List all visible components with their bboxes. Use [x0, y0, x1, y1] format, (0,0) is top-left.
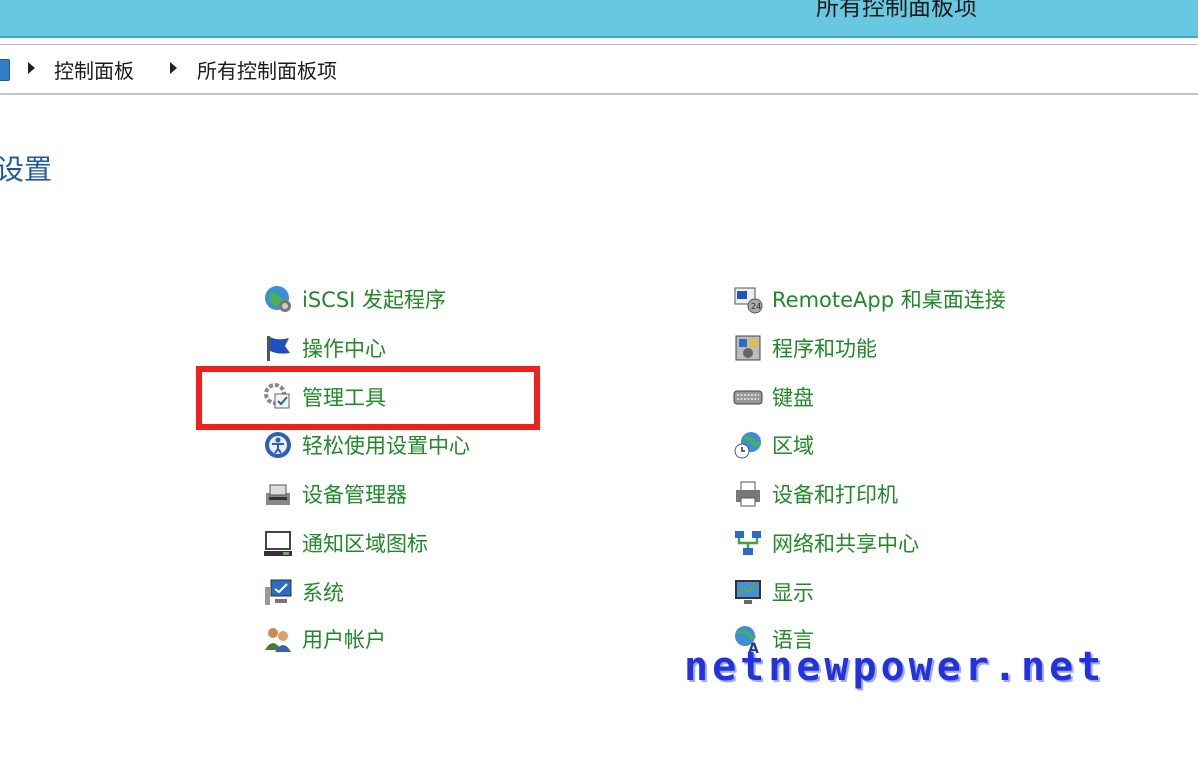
breadcrumb-all-items[interactable]: 所有控制面板项 — [197, 55, 337, 84]
item-label: iSCSI 发起程序 — [302, 288, 447, 312]
window-title: 所有控制面板项 — [816, 0, 977, 21]
item-action-center[interactable]: 操作中心 — [262, 331, 386, 365]
region-clock-icon — [732, 429, 764, 461]
item-label: 通知区域图标 — [302, 532, 428, 556]
item-devices-printers[interactable]: 设备和打印机 — [732, 477, 898, 511]
item-notification-area-icons[interactable]: 通知区域图标 — [262, 526, 428, 560]
item-label: 操作中心 — [302, 337, 386, 361]
address-bar[interactable]: 控制面板 所有控制面板项 — [0, 44, 1198, 95]
item-programs-features[interactable]: 程序和功能 — [732, 331, 877, 365]
item-network-sharing[interactable]: 网络和共享中心 — [732, 526, 919, 560]
chevron-right-icon[interactable] — [170, 62, 177, 74]
item-label: 用户帐户 — [302, 628, 386, 652]
remoteapp-icon: 24 — [732, 283, 764, 315]
item-label: 显示 — [772, 581, 814, 605]
item-iscsi-initiator[interactable]: iSCSI 发起程序 — [262, 282, 446, 316]
item-region[interactable]: 区域 — [732, 428, 814, 462]
item-keyboard[interactable]: 键盘 — [732, 380, 814, 414]
watermark: netnewpower.net — [684, 644, 1106, 690]
item-label: 系统 — [302, 581, 344, 605]
item-system[interactable]: 系统 — [262, 575, 344, 609]
action-center-flag-icon — [262, 332, 294, 364]
item-ease-of-access[interactable]: 轻松使用设置中心 — [262, 428, 470, 462]
printer-icon — [732, 478, 764, 510]
breadcrumb-control-panel[interactable]: 控制面板 — [54, 55, 134, 84]
ease-of-access-icon — [262, 429, 294, 461]
item-label: 键盘 — [772, 386, 814, 410]
user-accounts-icon — [262, 623, 294, 655]
item-label: 区域 — [772, 434, 814, 458]
section-heading: 设置 — [0, 153, 53, 186]
item-label: 程序和功能 — [772, 337, 877, 361]
item-label: RemoteApp 和桌面连接 — [772, 288, 1006, 312]
display-icon — [732, 576, 764, 608]
highlight-box — [196, 366, 540, 430]
item-label: 设备管理器 — [302, 483, 407, 507]
programs-features-icon — [732, 332, 764, 364]
keyboard-icon — [732, 381, 764, 413]
item-user-accounts[interactable]: 用户帐户 — [262, 622, 386, 656]
item-label: 网络和共享中心 — [772, 532, 919, 556]
item-display[interactable]: 显示 — [732, 575, 814, 609]
item-device-manager[interactable]: 设备管理器 — [262, 477, 407, 511]
network-icon — [732, 527, 764, 559]
item-remoteapp[interactable]: 24 RemoteApp 和桌面连接 — [732, 282, 1006, 316]
iscsi-globe-icon — [262, 283, 294, 315]
device-manager-icon — [262, 478, 294, 510]
window-title-bar: 所有控制面板项 — [0, 0, 1198, 38]
chevron-right-icon[interactable] — [28, 62, 35, 74]
control-panel-icon — [0, 59, 10, 81]
notification-area-icon — [262, 527, 294, 559]
svg-text:24: 24 — [751, 302, 761, 311]
item-label: 轻松使用设置中心 — [302, 434, 470, 458]
system-icon — [262, 576, 294, 608]
item-label: 设备和打印机 — [772, 483, 898, 507]
